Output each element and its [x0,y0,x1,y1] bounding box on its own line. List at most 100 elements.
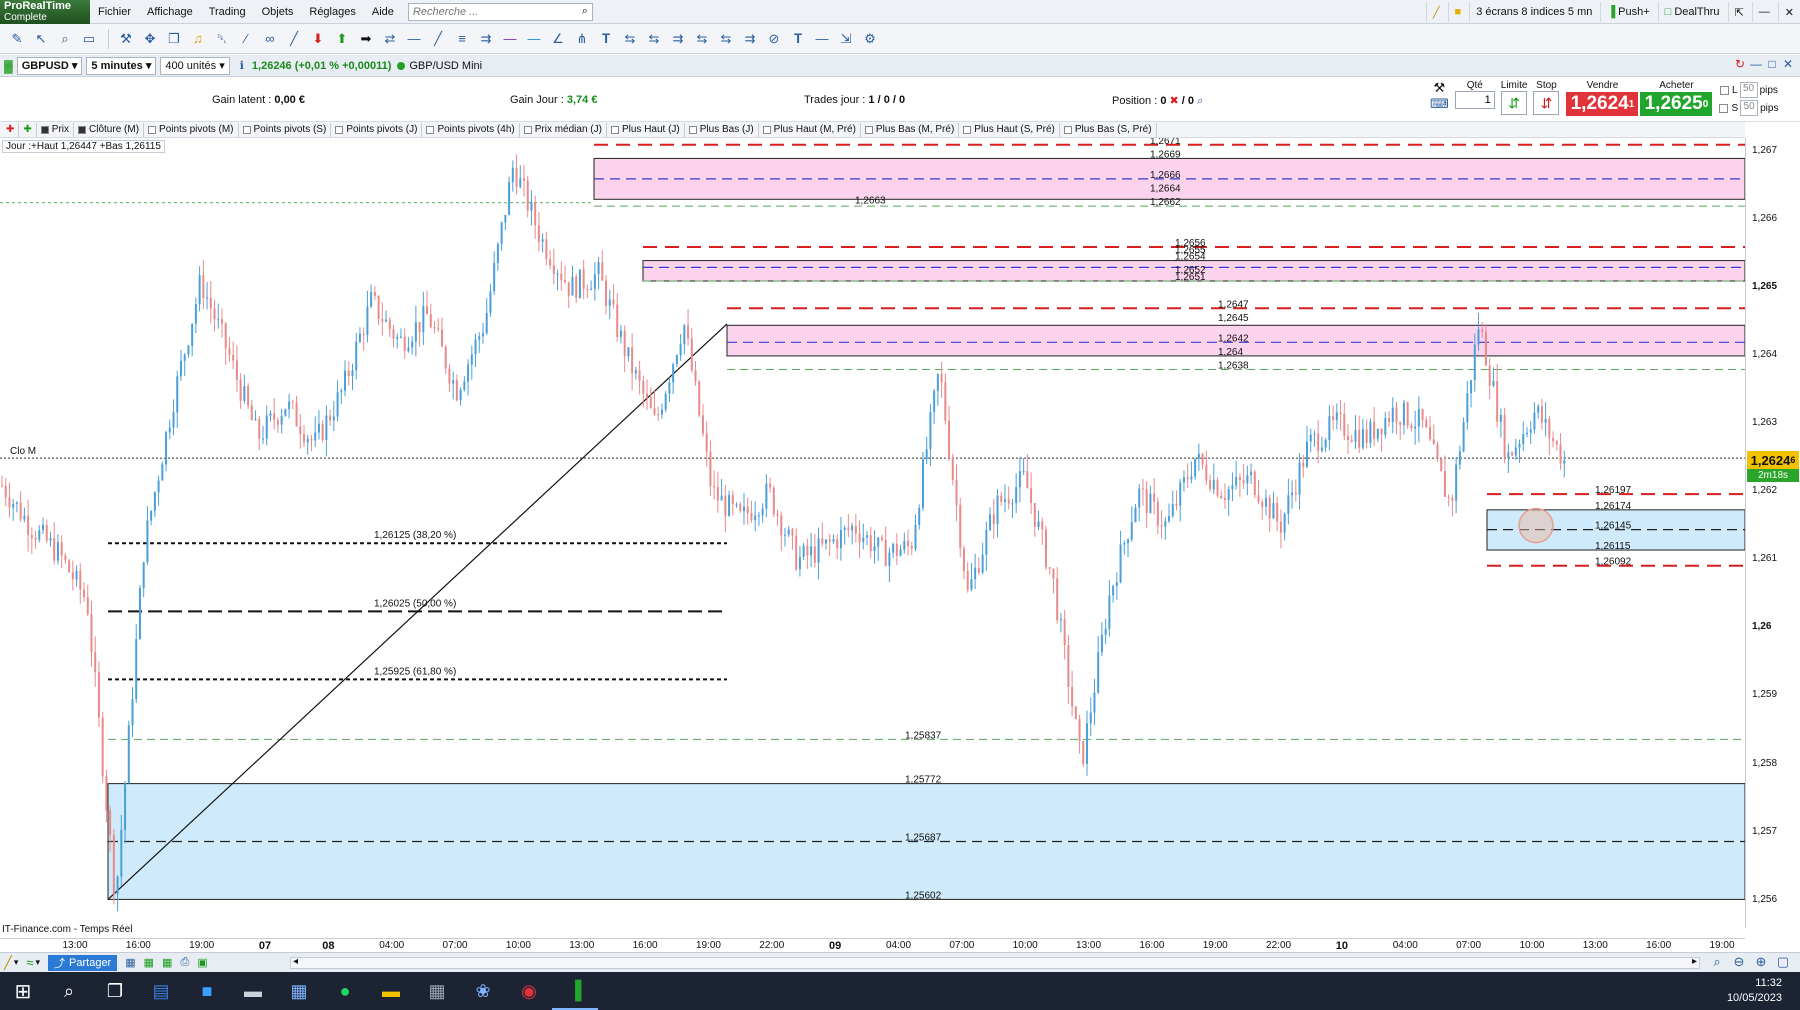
add-indicator-icon[interactable]: ✚ [2,122,20,137]
taskbar-app-icon[interactable]: ▬ [230,972,276,1010]
prorealtime-taskbar-icon[interactable]: ▐ [552,972,598,1010]
blue-line-icon[interactable]: — [523,28,545,50]
indicator-checkbox[interactable] [688,125,697,134]
units-select[interactable]: 400 unités ▾ [160,56,230,75]
add-overlay-icon[interactable]: ✚ [19,122,37,137]
calculator-icon[interactable]: ▦ [414,972,460,1010]
dealthru-button[interactable]: □ DealThru [1657,2,1726,22]
zoom-out-icon[interactable]: ⊖ [1728,954,1750,970]
indicator-checkbox[interactable] [40,125,49,134]
zoom-in-icon[interactable]: ⊕ [1750,954,1772,970]
limit-order-icon[interactable]: ⇵ [1501,91,1528,115]
indicator-checkbox[interactable] [610,125,619,134]
range5-icon[interactable]: ⇆ [715,28,737,50]
menu-reglages[interactable]: Réglages [301,6,363,18]
cursor-icon[interactable]: ↖ [30,28,52,50]
indicator-chip[interactable]: Plus Haut (M, Pré) [759,122,861,137]
range-icon[interactable]: ⇆ [619,28,641,50]
task-view-icon[interactable]: ❐ [92,972,138,1010]
range6-icon[interactable]: ⇉ [739,28,761,50]
time-axis[interactable]: 13:00 16:00 19:00 07 08 04:00 07:00 10:00 13:00 1… [0,938,1745,952]
symbol-select[interactable]: GBPUSD ▾ [16,56,83,75]
info-icon[interactable]: ℹ [240,59,244,72]
horizontal-scrollbar[interactable]: ◂ ▸ [290,956,1700,969]
search-icon[interactable]: ⌕ [46,972,92,1010]
screen-icon[interactable]: ▣ [197,956,207,969]
layout-icon[interactable]: ▦ [162,956,172,969]
scroll-right-icon[interactable]: ▸ [1692,956,1697,967]
pencil-icon[interactable]: ✎ [6,28,28,50]
buy-button[interactable]: 1,2625 0 [1639,91,1714,117]
diagonal-icon[interactable]: ╱ [427,28,449,50]
zoom-reset-icon[interactable]: ▢ [1772,954,1794,970]
store-icon[interactable]: ■ [184,972,230,1010]
copy-icon[interactable]: ❐ [163,28,185,50]
indicator-chip[interactable]: Points pivots (J) [331,122,423,137]
indicator-checkbox[interactable] [1063,125,1072,134]
bell-icon[interactable]: ♫ [187,28,209,50]
trash-icon[interactable]: ␡ [211,28,233,50]
link-icon[interactable]: ∞ [259,28,281,50]
stop-order-icon[interactable]: ⇵ [1533,91,1560,115]
refresh-icon[interactable]: ↻ [1732,57,1748,71]
text2-icon[interactable]: 𝐓 [787,28,809,50]
print-icon[interactable]: ⎙ [180,956,189,969]
tools-icon[interactable]: ⚒ [115,28,137,50]
text-icon[interactable]: 𝐓 [595,28,617,50]
system-clock[interactable]: 11:32 10/05/2023 [1727,976,1782,1006]
gann-icon[interactable]: ∠ [547,28,569,50]
range4-icon[interactable]: ⇆ [691,28,713,50]
indicator-chip[interactable]: Points pivots (M) [144,122,239,137]
calendar-icon[interactable]: ▦ [125,956,135,969]
right-arrow-icon[interactable]: ➡ [355,28,377,50]
indicator-chip[interactable]: Prix médian (J) [520,122,607,137]
windows-start-icon[interactable]: ⊞ [0,972,46,1010]
qty-input[interactable] [1454,91,1495,109]
channel-icon[interactable]: ⇄ [379,28,401,50]
position-close-icon[interactable]: ✖ [1170,95,1179,107]
stop-pips-input[interactable]: 50 [1740,100,1759,116]
menu-aide[interactable]: Aide [364,6,402,18]
move-icon[interactable]: ✥ [139,28,161,50]
indicator-checkbox[interactable] [148,125,157,134]
menu-trading[interactable]: Trading [201,6,254,18]
indicator-checkbox[interactable] [242,125,251,134]
fibonacci-icon[interactable]: ≡ [451,28,473,50]
down-arrow-icon[interactable]: ⬇ [307,28,329,50]
chevron-down-icon[interactable]: ▾ [14,957,19,968]
share-button[interactable]: ⤴ Partager [48,954,118,971]
close-icon[interactable]: ✕ [1780,57,1796,71]
scroll-left-icon[interactable]: ◂ [293,956,298,967]
menu-affichage[interactable]: Affichage [139,6,201,18]
menu-objets[interactable]: Objets [254,6,302,18]
indicator-checkbox[interactable] [963,125,972,134]
zoom-icon[interactable]: ⌕ [54,28,76,50]
menu-fichier[interactable]: Fichier [90,6,139,18]
minimize-icon[interactable]: — [1751,2,1776,22]
search-input[interactable] [412,5,582,18]
indicator-checkbox[interactable] [864,125,873,134]
chrome-icon[interactable]: ◉ [506,972,552,1010]
indicator-chip[interactable]: Plus Bas (J) [685,122,759,137]
range3-icon[interactable]: ⇉ [667,28,689,50]
indicator-checkbox[interactable] [523,125,532,134]
layout-button[interactable]: 3 écrans 8 indices 5 mn [1469,2,1598,22]
price-chart[interactable]: 1,2671 1,2669 1,2666 1,2664 1,2662 1,2663 1,26… [0,138,1745,928]
measure-icon[interactable]: ⇲ [835,28,857,50]
position-search-icon[interactable]: ⌕ [1197,95,1203,107]
indicator-chip[interactable]: Points pivots (S) [239,122,332,137]
pitchfork-icon[interactable]: ⋔ [571,28,593,50]
indicator-chip[interactable]: Plus Haut (S, Pré) [959,122,1060,137]
word-icon[interactable]: ▤ [138,972,184,1010]
indicator-chip[interactable]: Prix [37,122,75,137]
eraser-icon[interactable]: ⊘ [763,28,785,50]
s-checkbox[interactable] [1719,103,1729,113]
timeframe-select[interactable]: 5 minutes ▾ [86,56,157,75]
limit-pips-input[interactable]: 50 [1739,82,1758,98]
sell-button[interactable]: 1,2624 1 [1565,91,1640,117]
calendar-app-icon[interactable]: ▦ [276,972,322,1010]
minimize-icon[interactable]: — [1748,57,1764,71]
indicator-checkbox[interactable] [426,125,435,134]
indicator-checkbox[interactable] [335,125,344,134]
indicator-checkbox[interactable] [78,125,87,134]
